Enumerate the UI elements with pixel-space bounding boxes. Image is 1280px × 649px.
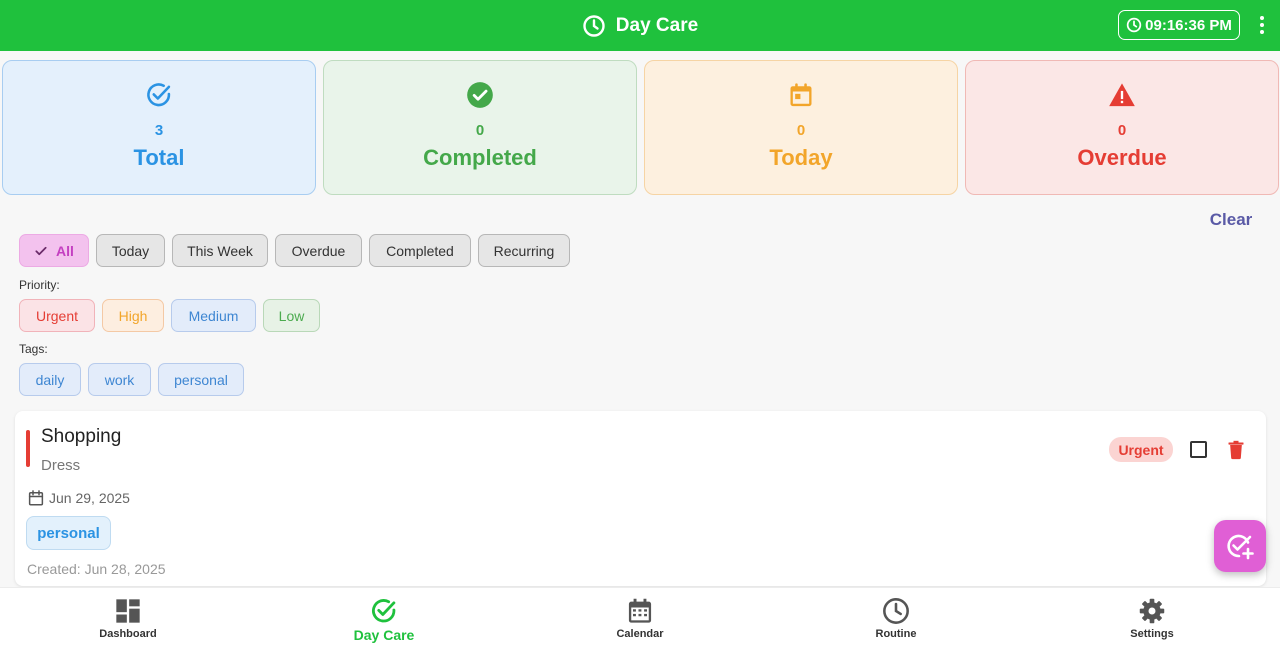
- priority-chip-high[interactable]: High: [102, 299, 164, 332]
- app-bar: Day Care 09:16:36 PM: [0, 0, 1280, 51]
- chip-label: All: [56, 242, 74, 259]
- stat-label: Completed: [423, 145, 537, 170]
- more-menu-button[interactable]: [1250, 12, 1274, 38]
- filter-chip-completed[interactable]: Completed: [369, 234, 471, 267]
- bottom-nav: Dashboard Day Care Calendar Routine Sett…: [0, 587, 1280, 649]
- time-badge: 09:16:36 PM: [1118, 10, 1240, 40]
- nav-day-care[interactable]: Day Care: [256, 588, 512, 649]
- nav-routine[interactable]: Routine: [768, 588, 1024, 649]
- filter-chip-overdue[interactable]: Overdue: [275, 234, 362, 267]
- gear-icon: [1139, 598, 1165, 624]
- filter-chip-today[interactable]: Today: [96, 234, 165, 267]
- priority-indicator: [26, 430, 30, 467]
- stat-label: Overdue: [1077, 145, 1167, 170]
- add-task-icon: [1227, 534, 1254, 560]
- nav-label: Day Care: [353, 627, 415, 643]
- priority-label: Priority:: [19, 278, 60, 292]
- stat-count: 0: [1117, 122, 1127, 139]
- task-card[interactable]: Shopping Dress Jun 29, 2025 personal Cre…: [15, 411, 1266, 586]
- stat-count: 0: [796, 122, 806, 139]
- priority-chip-medium[interactable]: Medium: [171, 299, 256, 332]
- stat-count: 0: [475, 122, 485, 139]
- calendar-icon: [628, 598, 652, 623]
- tag-chip-daily[interactable]: daily: [19, 363, 81, 396]
- stat-card-total[interactable]: 3 Total: [2, 60, 316, 195]
- clock-icon: [883, 598, 909, 624]
- task-description: Dress: [41, 457, 81, 474]
- calendar-today-icon: [790, 83, 812, 107]
- stat-label: Total: [133, 145, 185, 170]
- check-circle-outline-icon: [147, 83, 171, 107]
- stat-card-completed[interactable]: 0 Completed: [323, 60, 637, 195]
- tag-chip-work[interactable]: work: [88, 363, 151, 396]
- priority-chip-low[interactable]: Low: [263, 299, 320, 332]
- current-time: 09:16:36 PM: [1145, 16, 1232, 34]
- check-circle-outline-icon: [372, 599, 396, 623]
- nav-dashboard[interactable]: Dashboard: [0, 588, 256, 649]
- add-task-button[interactable]: [1214, 520, 1266, 572]
- calendar-icon: [28, 490, 44, 506]
- nav-settings[interactable]: Settings: [1024, 588, 1280, 649]
- task-title: Shopping: [41, 426, 122, 447]
- check-icon: [35, 246, 47, 255]
- task-date-text: Jun 29, 2025: [49, 490, 130, 506]
- tags-label: Tags:: [19, 342, 48, 356]
- nav-label: Calendar: [616, 628, 664, 640]
- filter-chip-recurring[interactable]: Recurring: [478, 234, 570, 267]
- nav-calendar[interactable]: Calendar: [512, 588, 768, 649]
- dashboard-icon: [116, 599, 140, 623]
- stat-label: Today: [769, 145, 833, 170]
- tag-chip-personal[interactable]: personal: [158, 363, 244, 396]
- stat-count: 3: [154, 122, 164, 139]
- check-circle-filled-icon: [467, 82, 493, 108]
- delete-icon[interactable]: [1226, 439, 1246, 461]
- warning-icon: [1109, 83, 1135, 107]
- clear-filters-button[interactable]: Clear: [1200, 210, 1262, 230]
- nav-label: Dashboard: [99, 628, 157, 640]
- app-title-text: Day Care: [615, 14, 699, 36]
- priority-chip-urgent[interactable]: Urgent: [19, 299, 95, 332]
- clock-icon: [583, 14, 605, 37]
- task-due-date: Jun 29, 2025: [27, 489, 130, 507]
- clock-icon: [1126, 17, 1142, 33]
- filter-chip-this-week[interactable]: This Week: [172, 234, 268, 267]
- stat-card-overdue[interactable]: 0 Overdue: [965, 60, 1279, 195]
- task-tag: personal: [26, 516, 111, 550]
- filter-chip-all[interactable]: All: [19, 234, 89, 267]
- nav-label: Routine: [875, 628, 917, 640]
- stat-card-today[interactable]: 0 Today: [644, 60, 958, 195]
- app-title: Day Care: [0, 0, 1280, 51]
- task-complete-checkbox[interactable]: [1190, 441, 1207, 458]
- nav-label: Settings: [1130, 628, 1174, 640]
- task-created: Created: Jun 28, 2025: [27, 561, 166, 577]
- priority-badge: Urgent: [1109, 437, 1173, 462]
